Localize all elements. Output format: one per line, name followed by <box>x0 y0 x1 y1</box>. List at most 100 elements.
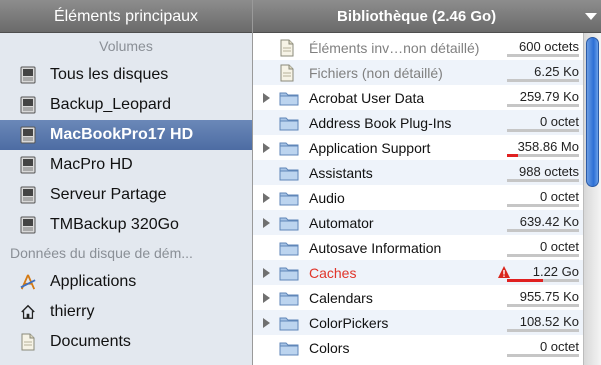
file-row-size-label: 988 octets <box>519 164 579 179</box>
file-row-name: Colors <box>309 339 350 356</box>
size-usage-bar <box>507 279 579 282</box>
disclosure-triangle-icon[interactable] <box>253 217 279 228</box>
size-usage-fill <box>507 279 543 282</box>
scroll-thumb[interactable] <box>586 37 599 187</box>
volumes-section-label: Volumes <box>99 38 153 54</box>
sidebar-volume-item[interactable]: Backup_Leopard <box>0 90 252 120</box>
file-row[interactable]: Fichiers (non détaillé) 6.25 Ko <box>253 60 583 85</box>
file-row-size: 0 octet <box>507 235 579 260</box>
disclosure-triangle-icon[interactable] <box>253 317 279 328</box>
folder-icon <box>279 189 299 207</box>
disk-icon <box>20 96 36 114</box>
library-title[interactable]: Bibliothèque (2.46 Go) <box>253 0 601 33</box>
disclosure-triangle-icon[interactable] <box>253 192 279 203</box>
file-row-size-label: 0 octet <box>539 189 579 204</box>
size-usage-bar <box>507 79 579 82</box>
file-row[interactable]: Acrobat User Data 259.79 Ko <box>253 85 583 110</box>
file-row-name: Automator <box>309 214 374 231</box>
file-row[interactable]: Assistants 988 octets <box>253 160 583 185</box>
disclosure-triangle-icon[interactable] <box>253 92 279 103</box>
file-row-size-label: 358.86 Mo <box>517 139 579 154</box>
file-row[interactable]: Automator 639.42 Ko <box>253 210 583 235</box>
file-row-size: 600 octets <box>507 35 579 60</box>
folder-icon <box>279 339 299 357</box>
sidebar-volume-label: MacBookPro17 HD <box>50 126 194 143</box>
disclosure-triangle-icon[interactable] <box>253 292 279 303</box>
file-row[interactable]: Audio 0 octet <box>253 185 583 210</box>
size-usage-bar <box>507 154 579 157</box>
file-row[interactable]: Application Support 358.86 Mo <box>253 135 583 160</box>
size-usage-bar <box>507 329 579 332</box>
file-row-name: Assistants <box>309 164 373 181</box>
file-row[interactable]: Caches 1.22 Go <box>253 260 583 285</box>
file-row[interactable]: Autosave Information 0 octet <box>253 235 583 260</box>
file-row-name: Calendars <box>309 289 373 306</box>
folder-icon <box>279 314 299 332</box>
file-row[interactable]: Éléments inv…non détaillé) 600 octets <box>253 35 583 60</box>
file-row-name: Éléments inv…non détaillé) <box>309 39 480 56</box>
file-row[interactable]: ColorPickers 108.52 Ko <box>253 310 583 335</box>
disk-icon <box>20 156 36 174</box>
file-row-name: Address Book Plug-Ins <box>309 114 452 131</box>
folder-icon <box>279 289 299 307</box>
file-row-size: 1.22 Go <box>507 260 579 285</box>
file-row-size-label: 955.75 Ko <box>519 289 579 304</box>
file-row[interactable]: Address Book Plug-Ins 0 octet <box>253 110 583 135</box>
disclosure-triangle-icon[interactable] <box>253 142 279 153</box>
size-usage-bar <box>507 179 579 182</box>
folder-icon <box>279 114 299 132</box>
sidebar-volume-item[interactable]: TMBackup 320Go <box>0 210 252 240</box>
disk-icon <box>20 66 36 84</box>
title-menu-arrow-icon[interactable] <box>585 13 597 20</box>
sidebar-place-item[interactable]: thierry <box>0 297 252 327</box>
sidebar-volume-item[interactable]: Serveur Partage <box>0 180 252 210</box>
file-row-size-label: 0 octet <box>539 339 579 354</box>
size-usage-fill <box>507 154 518 157</box>
file-row-size: 988 octets <box>507 160 579 185</box>
sidebar-place-label: Applications <box>50 273 137 290</box>
sidebar: Éléments principaux Volumes Tous les dis… <box>0 0 252 365</box>
size-usage-bar <box>507 104 579 107</box>
startup-data-section-label: Données du disque de dém... <box>10 245 193 261</box>
places-list: Applications thierry Documents <box>0 267 252 357</box>
sidebar-place-item[interactable]: Applications <box>0 267 252 297</box>
disclosure-triangle-icon[interactable] <box>253 267 279 278</box>
size-usage-bar <box>507 354 579 357</box>
disk-icon <box>20 216 36 234</box>
sidebar-volume-label: Tous les disques <box>50 66 169 83</box>
file-row-name: Audio <box>309 189 345 206</box>
file-row-size-label: 0 octet <box>539 114 579 129</box>
library-title-label: Bibliothèque (2.46 Go) <box>337 8 497 25</box>
sidebar-volume-item[interactable]: MacPro HD <box>0 150 252 180</box>
size-usage-bar <box>507 304 579 307</box>
folder-icon <box>279 264 299 282</box>
document-icon <box>20 333 36 351</box>
size-usage-bar <box>507 254 579 257</box>
file-row-size: 358.86 Mo <box>507 135 579 160</box>
vertical-scrollbar[interactable] <box>583 33 601 365</box>
home-icon <box>20 303 36 321</box>
file-row[interactable]: Colors 0 octet <box>253 335 583 360</box>
file-row-size: 6.25 Ko <box>507 60 579 85</box>
file-row-size-label: 6.25 Ko <box>534 64 579 79</box>
file-row-size: 0 octet <box>507 335 579 360</box>
file-row-size-label: 259.79 Ko <box>519 89 579 104</box>
disk-icon <box>20 126 36 144</box>
sidebar-volume-item[interactable]: Tous les disques <box>0 60 252 90</box>
file-row-size-label: 108.52 Ko <box>519 314 579 329</box>
size-usage-bar <box>507 204 579 207</box>
disk-icon <box>20 186 36 204</box>
file-row[interactable]: Calendars 955.75 Ko <box>253 285 583 310</box>
file-row-name: Application Support <box>309 139 431 156</box>
sidebar-place-item[interactable]: Documents <box>0 327 252 357</box>
file-row-size-label: 600 octets <box>519 39 579 54</box>
file-row-name: Caches <box>309 264 357 281</box>
applications-icon <box>20 273 36 291</box>
file-row-size-label: 0 octet <box>539 239 579 254</box>
sidebar-volume-item[interactable]: MacBookPro17 HD <box>0 120 252 150</box>
file-row-size-label: 1.22 Go <box>532 264 579 279</box>
sidebar-volume-label: Serveur Partage <box>50 186 167 203</box>
sidebar-volume-label: TMBackup 320Go <box>50 216 179 233</box>
file-row-size-label: 639.42 Ko <box>519 214 579 229</box>
folder-icon <box>279 89 299 107</box>
